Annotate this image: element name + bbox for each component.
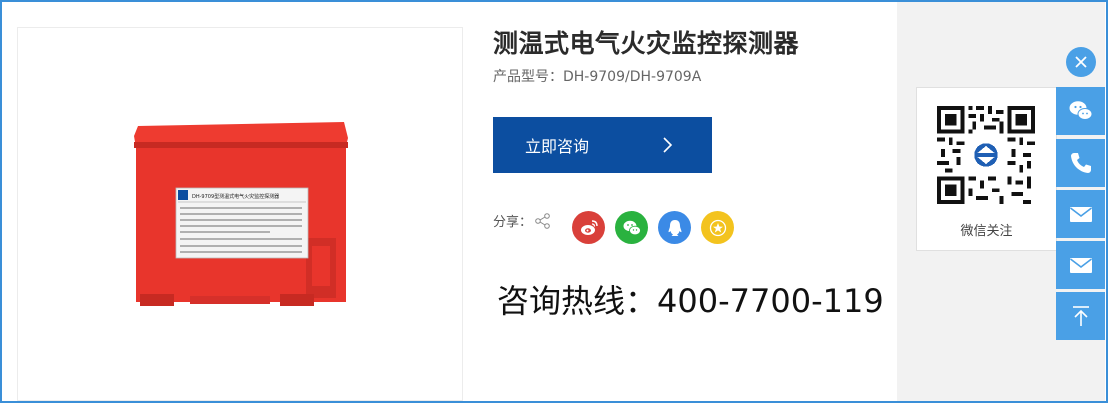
- share-icon: [535, 212, 550, 229]
- share-row: 分享：: [493, 211, 552, 230]
- phone-icon: [1070, 153, 1091, 173]
- product-title: 测温式电气火灾监控探测器: [493, 29, 800, 58]
- product-image: DH-9709型测温式电气火灾监控探测器: [134, 122, 348, 306]
- weibo-share-button[interactable]: [572, 211, 605, 244]
- favorite-share-button[interactable]: [701, 211, 734, 244]
- wechat-icon: [1069, 101, 1092, 120]
- model-value: DH-9709/DH-9709A: [563, 69, 702, 85]
- qr-caption: 微信关注: [960, 224, 1013, 239]
- arrow-up-icon: [1072, 306, 1089, 326]
- qr-code-panel: 微信关注: [916, 87, 1057, 251]
- back-to-top-button[interactable]: [1056, 292, 1105, 340]
- star-icon: [709, 219, 726, 236]
- product-model: 产品型号：DH-9709/DH-9709A: [493, 66, 701, 86]
- wechat-share-button[interactable]: [615, 211, 648, 244]
- qq-icon: [668, 219, 681, 236]
- weibo-icon: [580, 219, 598, 235]
- sidebar-email-button-2[interactable]: [1056, 241, 1105, 289]
- qr-code-image: [937, 106, 1035, 204]
- qq-share-button[interactable]: [658, 211, 691, 244]
- chevron-right-icon: [663, 137, 673, 153]
- consult-button[interactable]: 立即咨询: [493, 117, 712, 173]
- sidebar-email-button[interactable]: [1056, 190, 1105, 238]
- email-icon: [1069, 207, 1092, 222]
- close-sidebar-button[interactable]: [1066, 47, 1096, 77]
- email-icon: [1069, 258, 1092, 273]
- sidebar-phone-button[interactable]: [1056, 139, 1105, 187]
- hotline-text: 咨询热线：400-7700-119: [497, 282, 884, 320]
- share-label: 分享：: [493, 215, 533, 230]
- close-icon: [1075, 56, 1087, 68]
- consult-button-label: 立即咨询: [525, 137, 590, 156]
- wechat-icon: [623, 220, 641, 235]
- product-label-text: DH-9709型测温式电气火灾监控探测器: [192, 193, 279, 200]
- sidebar-wechat-button[interactable]: [1056, 87, 1105, 135]
- model-label: 产品型号：: [493, 69, 563, 85]
